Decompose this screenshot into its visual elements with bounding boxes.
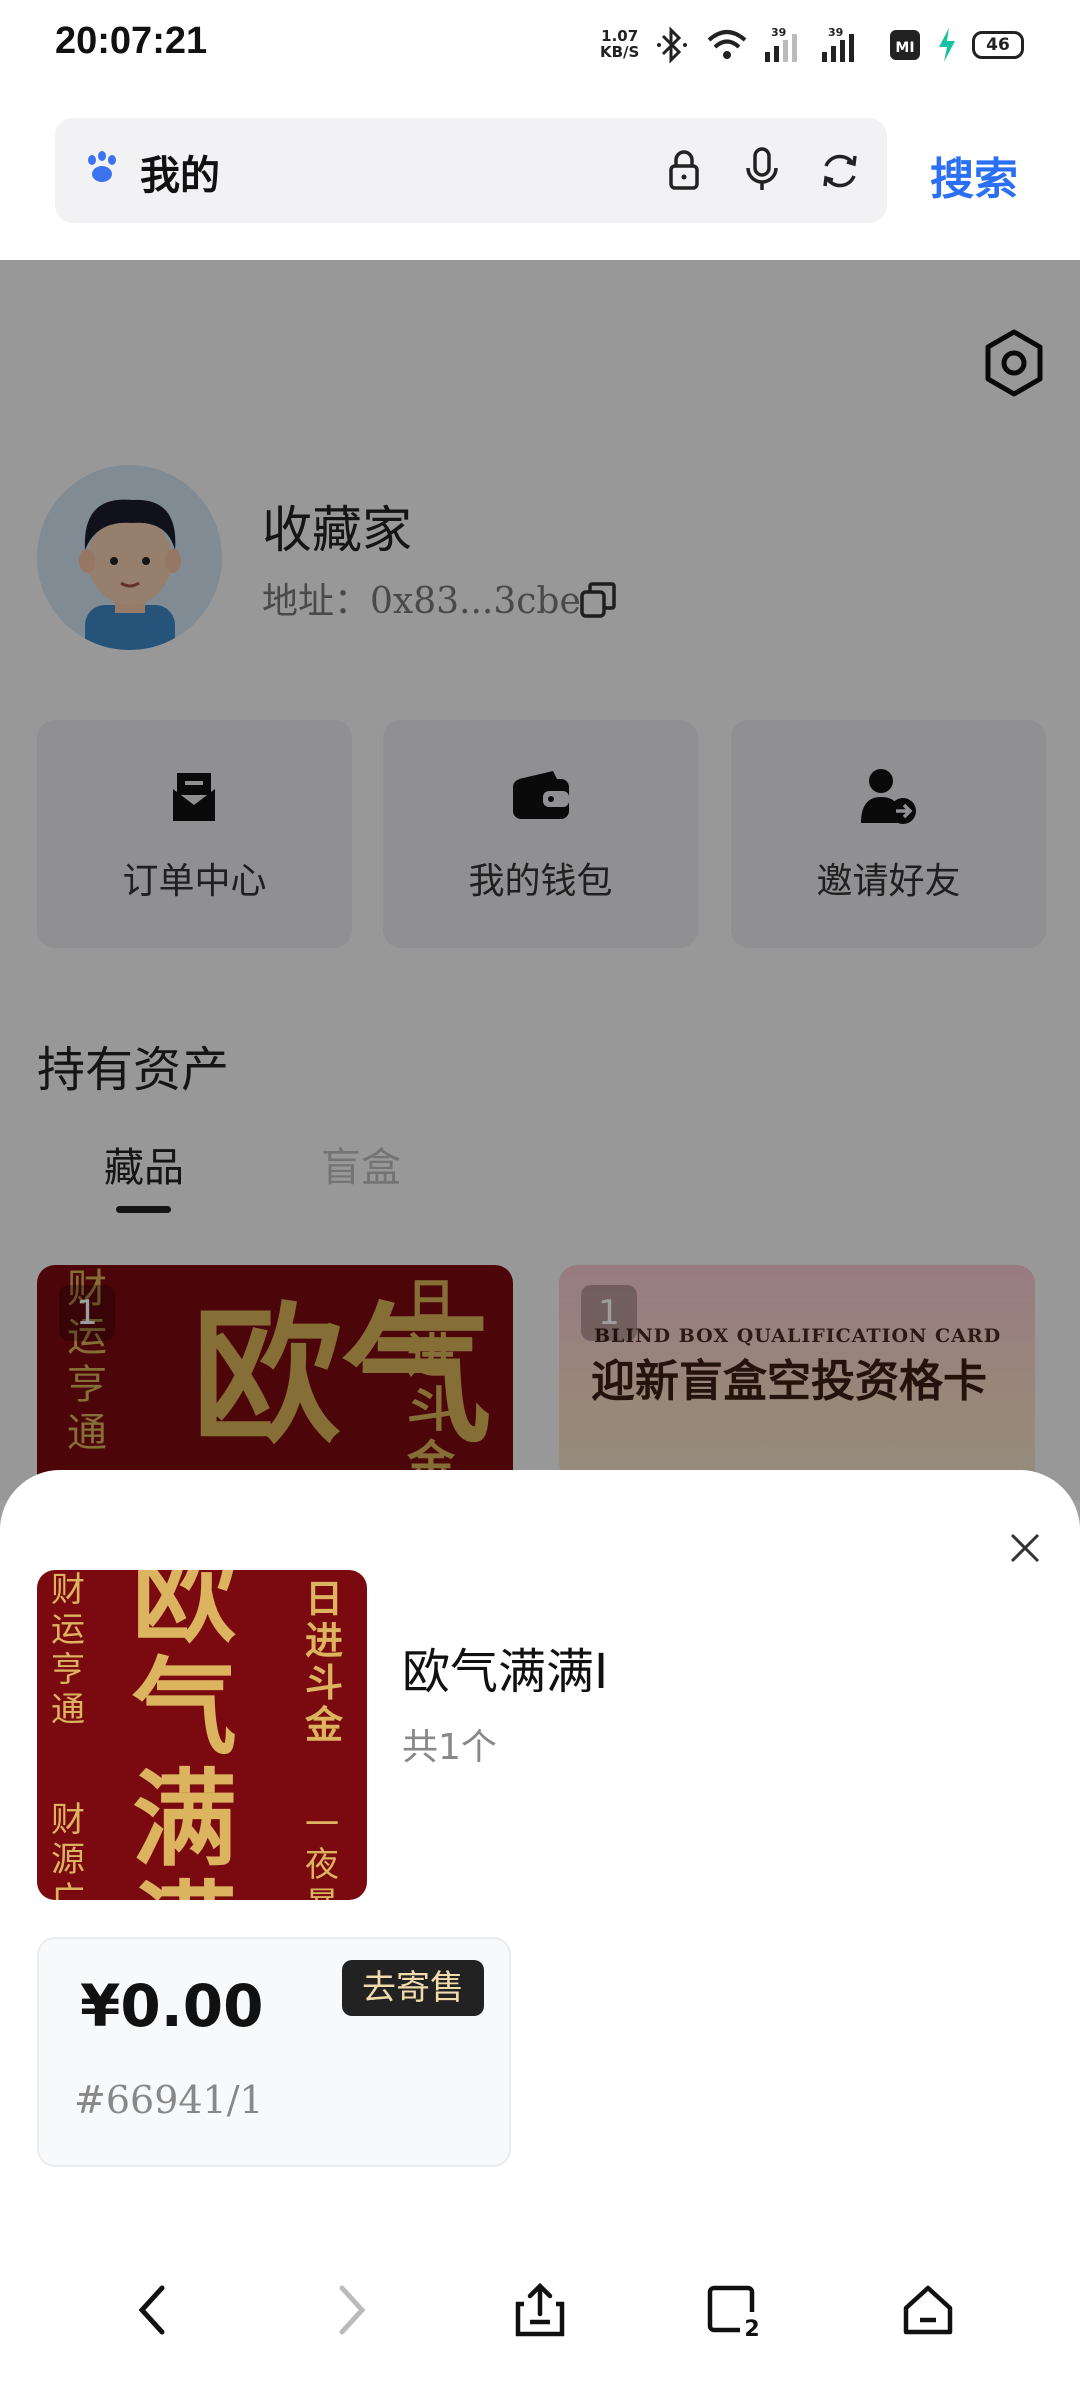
share-icon[interactable] [510, 2280, 570, 2340]
item-name: 欧气满满I [402, 1644, 609, 1700]
thumb-art-left-bottom: 财源广进 [51, 1800, 85, 1900]
back-icon[interactable] [128, 2280, 178, 2340]
battery-icon: 46 [972, 31, 1024, 59]
net-speed-unit: KB/S [600, 43, 640, 61]
lock-icon[interactable] [664, 148, 704, 192]
edition-serial: #66941/1 [74, 2078, 264, 2122]
home-icon[interactable] [898, 2280, 958, 2340]
charging-icon [939, 28, 955, 62]
paw-icon [88, 151, 116, 182]
forward-icon[interactable] [326, 2280, 376, 2340]
refresh-icon[interactable] [819, 150, 861, 192]
item-count: 共1个 [402, 1727, 497, 1768]
signal-label: 39 [771, 26, 786, 39]
nfc-icon: MI [890, 30, 920, 60]
thumb-art-right-top: 日进斗金 [305, 1577, 344, 1747]
close-icon[interactable] [1005, 1528, 1045, 1568]
signal-icon: 39 [822, 26, 854, 62]
signal-label: 39 [828, 26, 843, 39]
item-thumbnail: 欧气满满 日进斗金 财运亨通 财源广进 一夜暴富 [37, 1570, 367, 1900]
microphone-icon[interactable] [742, 146, 782, 192]
status-time: 20:07:21 [55, 20, 208, 62]
net-speed-value: 1.07 [601, 27, 639, 45]
consign-button[interactable]: 去寄售 [342, 1960, 484, 2016]
item-price: ¥0.00 [80, 1972, 264, 2040]
tabs-icon[interactable]: 2 [704, 2280, 764, 2340]
thumb-art-right-bottom: 一夜暴富 [305, 1805, 339, 1900]
signal-icon: 39 [765, 26, 797, 62]
thumb-art-main: 欧气满满 [132, 1570, 238, 1900]
search-button[interactable]: 搜索 [930, 143, 1018, 207]
bluetooth-icon [657, 26, 687, 64]
wifi-icon [707, 30, 747, 59]
svg-text:MI: MI [895, 40, 914, 56]
thumb-art-left-top: 财运亨通 [51, 1570, 85, 1730]
svg-text:2: 2 [744, 2317, 759, 2340]
net-speed: 1.07 KB/S [600, 28, 639, 60]
search-input[interactable]: 我的 [140, 143, 220, 201]
